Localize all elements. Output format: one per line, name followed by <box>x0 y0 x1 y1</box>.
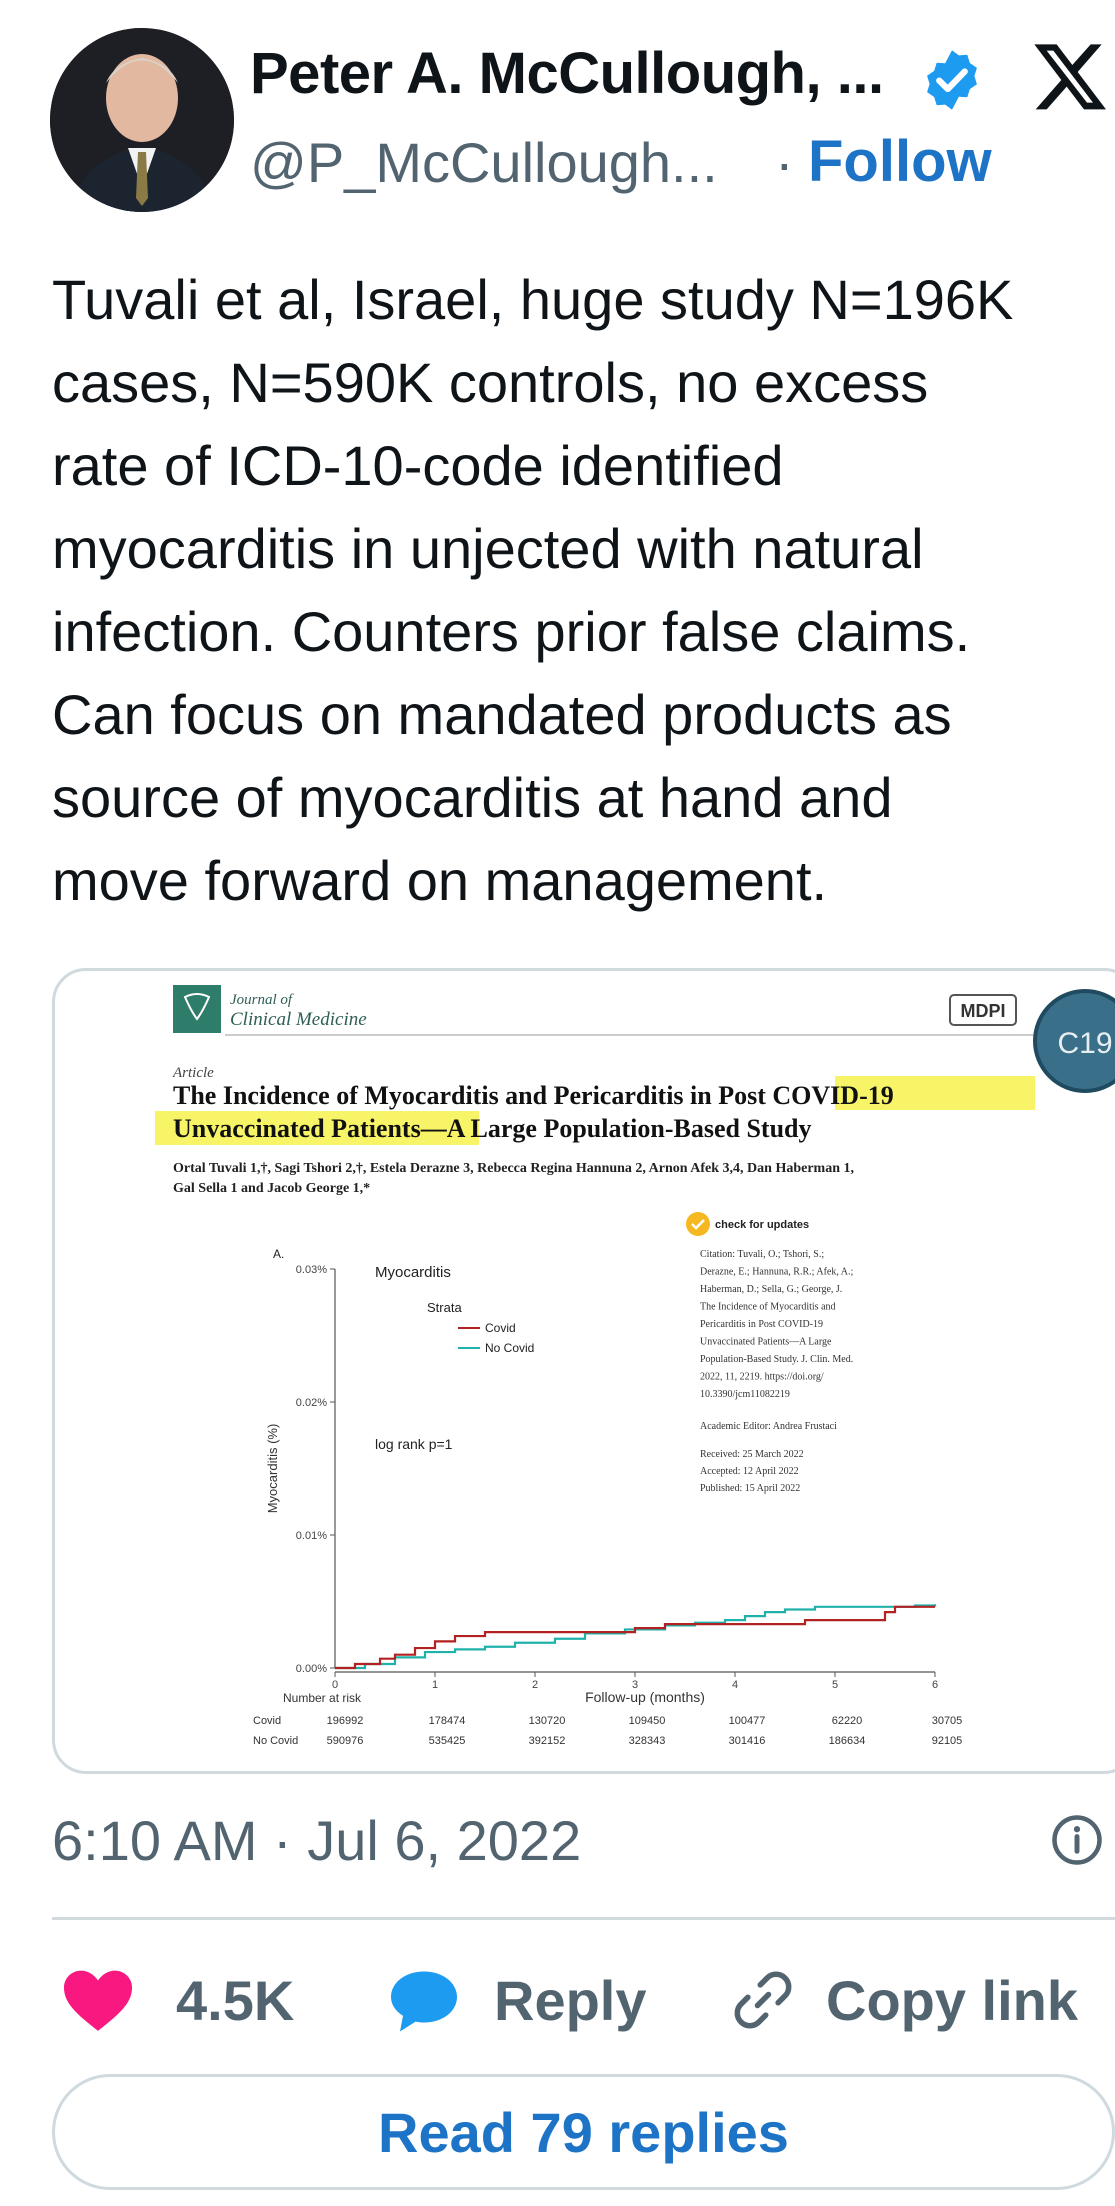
log-rank-annotation: log rank p=1 <box>375 1436 453 1452</box>
legend-title: Strata <box>427 1300 462 1315</box>
risk-cell: 30705 <box>932 1715 963 1727</box>
risk-cell: 328343 <box>629 1735 666 1747</box>
check-updates-label: check for updates <box>715 1219 809 1231</box>
article-type: Article <box>172 1065 214 1081</box>
risk-cell: 130720 <box>529 1715 566 1727</box>
risk-cell: 186634 <box>829 1735 866 1747</box>
x-tick-label: 2 <box>532 1679 538 1691</box>
x-tick-label: 4 <box>732 1679 738 1691</box>
x-tick-label: 6 <box>932 1679 938 1691</box>
citation-line: Haberman, D.; Sella, G.; George, J. <box>700 1284 842 1295</box>
like-button[interactable]: 4.5K <box>60 1960 294 2040</box>
read-replies-button[interactable]: Read 79 replies <box>52 2074 1115 2190</box>
academic-editor: Academic Editor: Andrea Frustaci <box>700 1421 837 1432</box>
x-axis-label: Follow-up (months) <box>585 1689 705 1705</box>
divider <box>52 1917 1115 1920</box>
risk-cell: 535425 <box>429 1735 466 1747</box>
handle[interactable]: @P_McCullough... <box>250 130 718 195</box>
citation-block: Citation: Tuvali, O.; Tshori, S.; Derazne… <box>700 1249 854 1400</box>
authors-line1: Ortal Tuvali 1,†, Sagi Tshori 2,†, Estel… <box>173 1161 854 1176</box>
tweet-text: Tuvali et al, Israel, huge study N=196K … <box>52 268 1014 912</box>
legend-entry: No Covid <box>485 1341 534 1355</box>
x-tick-label: 0 <box>332 1679 338 1691</box>
article-title-line1: The Incidence of Myocarditis and Pericar… <box>173 1081 894 1110</box>
link-icon <box>734 1971 792 2029</box>
timestamp[interactable]: 6:10 AM · Jul 6, 2022 <box>52 1808 581 1873</box>
citation-line: Citation: Tuvali, O.; Tshori, S.; <box>700 1249 824 1260</box>
x-tick-label: 5 <box>832 1679 838 1691</box>
y-tick-label: 0.03% <box>296 1264 327 1276</box>
risk-cell: 100477 <box>729 1715 766 1727</box>
tweet-image-card[interactable]: Journal of Clinical Medicine MDPI C19 Ar… <box>52 968 1115 1774</box>
risk-cell: 590976 <box>327 1735 364 1747</box>
accepted-date: Accepted: 12 April 2022 <box>700 1466 799 1477</box>
verified-badge-icon <box>927 50 977 110</box>
citation-line: 2022, 11, 2219. https://doi.org/ <box>700 1372 824 1383</box>
series-line <box>335 1605 935 1670</box>
citation-line: Population-Based Study. J. Clin. Med. <box>700 1354 853 1365</box>
separator-dot: · <box>775 131 794 194</box>
copy-link-label: Copy link <box>826 1968 1079 2032</box>
series-line <box>335 1604 937 1670</box>
publisher-label: MDPI <box>961 1001 1006 1021</box>
reply-label: Reply <box>494 1968 647 2032</box>
journal-name-line2: Clinical Medicine <box>230 1009 367 1030</box>
like-count: 4.5K <box>176 1968 295 2032</box>
received-date: Received: 25 March 2022 <box>700 1449 804 1460</box>
risk-cell: 392152 <box>529 1735 566 1747</box>
mdpi-logo: MDPI <box>949 994 1017 1026</box>
reply-button[interactable]: Reply <box>388 1960 647 2040</box>
risk-cell: 178474 <box>429 1715 466 1727</box>
avatar-image <box>50 28 234 212</box>
follow-button[interactable]: Follow <box>808 128 992 195</box>
paper-screenshot: Journal of Clinical Medicine MDPI C19 Ar… <box>155 985 1115 1747</box>
info-icon[interactable] <box>1050 1813 1104 1867</box>
citation-line: The Incidence of Myocarditis and <box>700 1302 836 1313</box>
risk-table-label: Number at risk <box>283 1691 362 1705</box>
citation-line: Pericarditis in Post COVID-19 <box>700 1319 823 1330</box>
authors-line2: Gal Sella 1 and Jacob George 1,* <box>173 1181 370 1196</box>
legend-entry: Covid <box>485 1321 516 1335</box>
article-title-line2: Unvaccinated Patients—A Large Population… <box>173 1114 812 1143</box>
heart-icon <box>64 1970 132 2031</box>
myocarditis-chart: A.Myocarditis0.00%0.01%0.02%0.03%0 1 2 3 4 5 6… <box>253 1247 962 1747</box>
risk-row-label: Covid <box>253 1715 281 1727</box>
risk-cell: 62220 <box>832 1715 863 1727</box>
y-tick-label: 0.01% <box>296 1530 327 1542</box>
x-tick-label: 1 <box>432 1679 438 1691</box>
x-logo-icon[interactable] <box>1030 36 1110 116</box>
panel-label: A. <box>273 1247 284 1261</box>
y-axis-label: Myocarditis (%) <box>265 1424 280 1514</box>
risk-cell: 301416 <box>729 1735 766 1747</box>
citation-line: 10.3390/jcm11082219 <box>700 1389 790 1400</box>
speech-bubble-icon <box>391 1971 457 2032</box>
badge-label: C19 <box>1057 1027 1112 1060</box>
y-tick-label: 0.00% <box>296 1663 327 1675</box>
risk-cell: 109450 <box>629 1715 666 1727</box>
check-updates-icon <box>686 1212 710 1236</box>
citation-line: Derazne, E.; Hannuna, R.R.; Afek, A.; <box>700 1267 854 1278</box>
chart-title: Myocarditis <box>375 1264 451 1281</box>
published-date: Published: 15 April 2022 <box>700 1483 800 1494</box>
c19-badge: C19 <box>1033 989 1115 1093</box>
risk-row-label: No Covid <box>253 1735 298 1747</box>
y-tick-label: 0.02% <box>296 1397 327 1409</box>
copy-link-button[interactable]: Copy link <box>730 1960 1078 2040</box>
avatar[interactable] <box>50 28 234 212</box>
risk-cell: 196992 <box>327 1715 364 1727</box>
journal-logo <box>173 985 221 1033</box>
risk-cell: 92105 <box>932 1735 963 1747</box>
citation-line: Unvaccinated Patients—A Large <box>700 1337 832 1348</box>
journal-name-line1: Journal of <box>230 992 294 1008</box>
display-name[interactable]: Peter A. McCullough, ... <box>250 40 884 107</box>
